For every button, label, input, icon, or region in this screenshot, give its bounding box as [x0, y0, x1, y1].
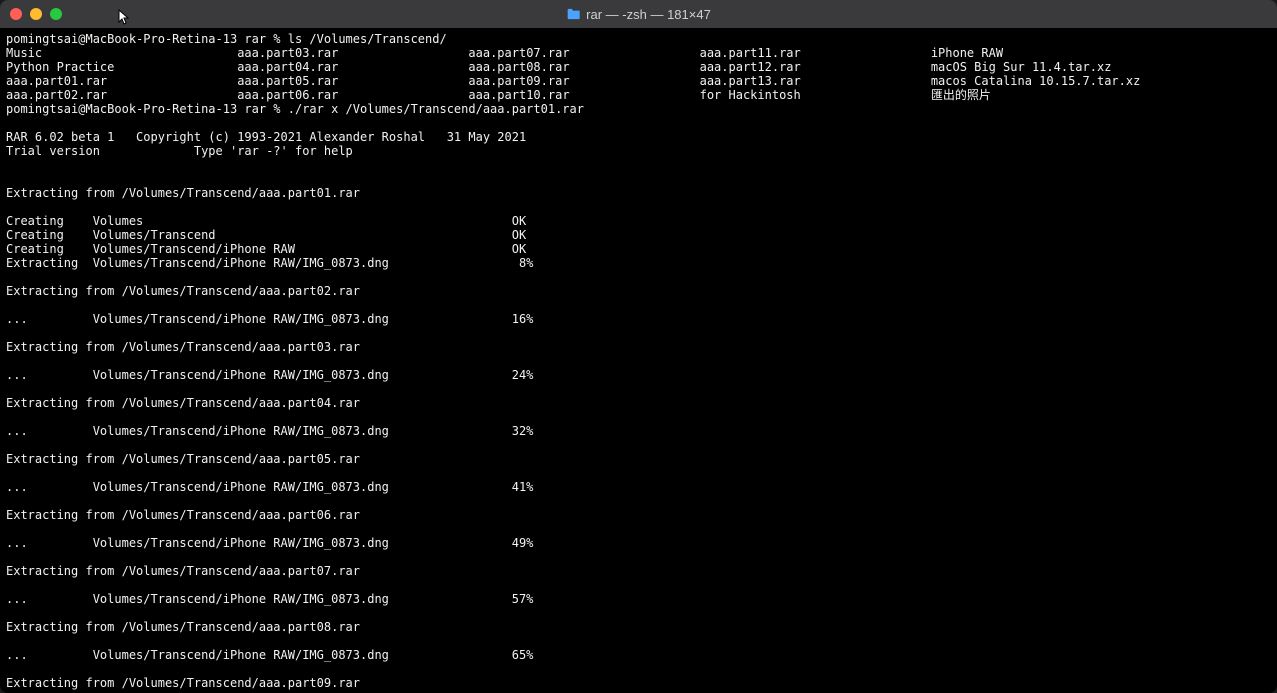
output-line: ... Volumes/Transcend/iPhone RAW/IMG_087… [6, 648, 533, 662]
ls-row: Music aaa.part03.rar aaa.part07.rar aaa.… [6, 46, 1003, 60]
folder-icon [566, 8, 580, 20]
terminal-content[interactable]: pomingtsai@MacBook-Pro-Retina-13 rar % l… [0, 28, 1277, 693]
prompt-line: pomingtsai@MacBook-Pro-Retina-13 rar % .… [6, 102, 584, 116]
window-title-text: rar — -zsh — 181×47 [586, 7, 711, 22]
output-line: ... Volumes/Transcend/iPhone RAW/IMG_087… [6, 480, 533, 494]
output-line: Extracting Volumes/Transcend/iPhone RAW/… [6, 256, 533, 270]
titlebar[interactable]: rar — -zsh — 181×47 [0, 0, 1277, 28]
output-line: Extracting from /Volumes/Transcend/aaa.p… [6, 564, 360, 578]
output-line: Trial version Type 'rar -?' for help [6, 144, 353, 158]
output-line: Creating Volumes/Transcend OK [6, 228, 526, 242]
window-title: rar — -zsh — 181×47 [566, 7, 711, 22]
prompt-line: pomingtsai@MacBook-Pro-Retina-13 rar % l… [6, 32, 447, 46]
terminal-window: rar — -zsh — 181×47 pomingtsai@MacBook-P… [0, 0, 1277, 693]
output-line: ... Volumes/Transcend/iPhone RAW/IMG_087… [6, 312, 533, 326]
output-line: Extracting from /Volumes/Transcend/aaa.p… [6, 284, 360, 298]
output-line: Extracting from /Volumes/Transcend/aaa.p… [6, 676, 360, 690]
output-line: Extracting from /Volumes/Transcend/aaa.p… [6, 620, 360, 634]
output-line: ... Volumes/Transcend/iPhone RAW/IMG_087… [6, 424, 533, 438]
output-line: Extracting from /Volumes/Transcend/aaa.p… [6, 452, 360, 466]
output-line: Creating Volumes/Transcend/iPhone RAW OK [6, 242, 526, 256]
output-line: ... Volumes/Transcend/iPhone RAW/IMG_087… [6, 536, 533, 550]
ls-row: aaa.part01.rar aaa.part05.rar aaa.part09… [6, 74, 1140, 88]
output-line: RAR 6.02 beta 1 Copyright (c) 1993-2021 … [6, 130, 526, 144]
ls-row: aaa.part02.rar aaa.part06.rar aaa.part10… [6, 88, 991, 102]
output-line: ... Volumes/Transcend/iPhone RAW/IMG_087… [6, 368, 533, 382]
maximize-button[interactable] [50, 8, 62, 20]
output-line: Extracting from /Volumes/Transcend/aaa.p… [6, 340, 360, 354]
output-line: Creating Volumes OK [6, 214, 526, 228]
output-line: Extracting from /Volumes/Transcend/aaa.p… [6, 508, 360, 522]
output-line: Extracting from /Volumes/Transcend/aaa.p… [6, 396, 360, 410]
mouse-cursor [118, 9, 132, 27]
output-line: Extracting from /Volumes/Transcend/aaa.p… [6, 186, 360, 200]
minimize-button[interactable] [30, 8, 42, 20]
output-line: ... Volumes/Transcend/iPhone RAW/IMG_087… [6, 592, 533, 606]
ls-row: Python Practice aaa.part04.rar aaa.part0… [6, 60, 1111, 74]
close-button[interactable] [10, 8, 22, 20]
traffic-lights [10, 8, 62, 20]
